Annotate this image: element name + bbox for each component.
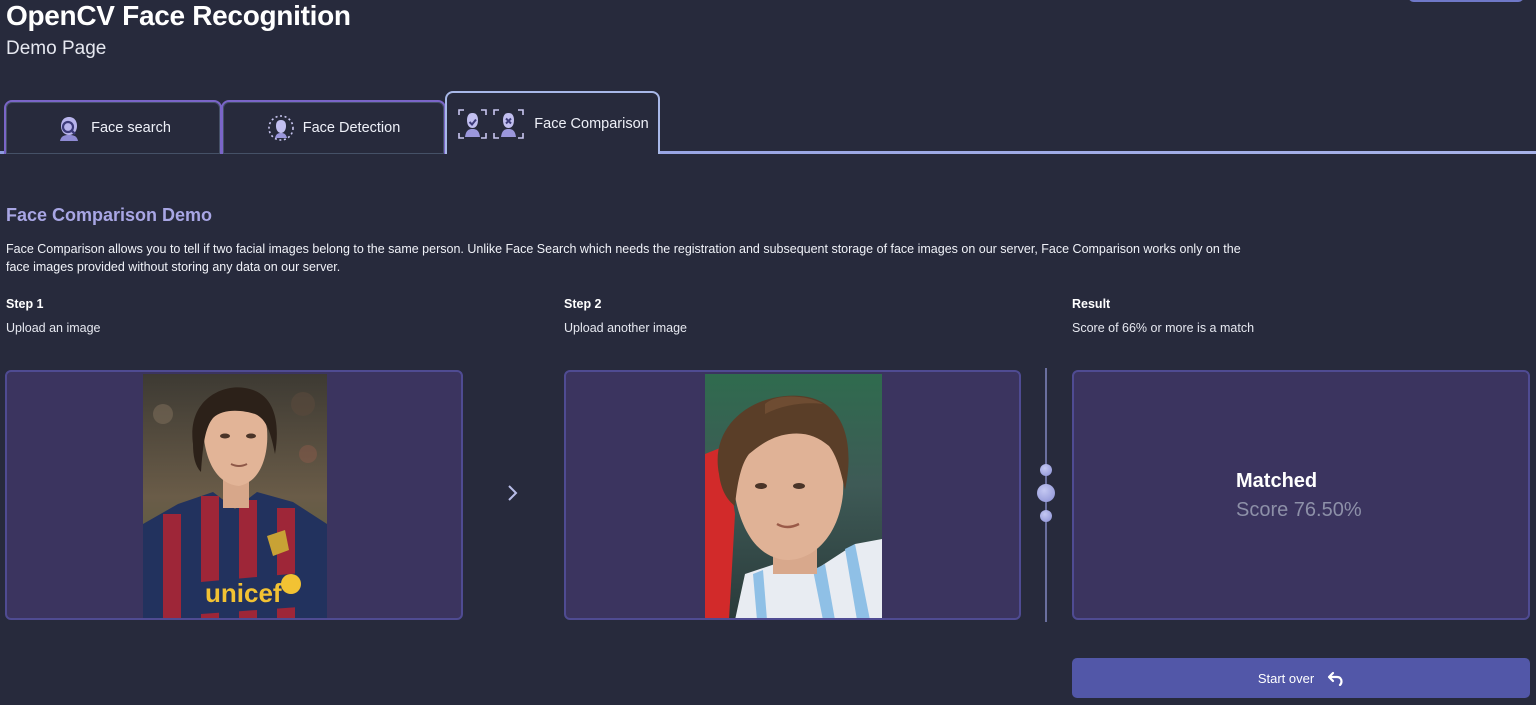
slider-dot	[1040, 510, 1052, 522]
result-subtitle: Score of 66% or more is a match	[1072, 321, 1255, 335]
tab-face-detection[interactable]: Face Detection	[221, 100, 446, 154]
tab-label: Face search	[91, 120, 171, 136]
tab-bar: Face search Face Detection Face Comparis…	[0, 90, 1536, 156]
chevron-right-icon	[508, 485, 518, 501]
face-comparison-icon	[458, 108, 525, 139]
image-upload-2[interactable]	[564, 370, 1021, 620]
svg-text:unicef: unicef	[205, 578, 282, 608]
slider-dot	[1040, 464, 1052, 476]
section-title: Face Comparison Demo	[6, 205, 213, 225]
start-over-button[interactable]: Start over	[1072, 658, 1530, 698]
undo-icon	[1328, 671, 1343, 686]
image-upload-1[interactable]: unicef	[5, 370, 463, 620]
face-search-icon	[60, 117, 79, 141]
uploaded-photo-2	[705, 374, 882, 618]
step1-subtitle: Upload an image	[6, 321, 101, 335]
page-title: OpenCV Face Recognition	[6, 0, 351, 31]
page: OpenCV Face Recognition Demo Page Face s…	[0, 0, 1536, 705]
uploaded-photo-1: unicef	[143, 374, 327, 618]
step1-label: Step 1	[6, 297, 44, 311]
step2-label: Step 2	[564, 297, 602, 311]
result-status: Matched	[1236, 470, 1318, 492]
result-label: Result	[1072, 297, 1111, 311]
step2-header: Step 2 Upload another image	[564, 297, 687, 335]
description: Face Comparison allows you to tell if tw…	[6, 242, 1241, 274]
step2-subtitle: Upload another image	[564, 321, 687, 335]
face-detection-icon	[267, 115, 294, 141]
slider-handle[interactable]	[1037, 484, 1055, 502]
tab-face-comparison[interactable]: Face Comparison	[445, 91, 660, 154]
tab-label: Face Comparison	[534, 115, 649, 132]
step1-header: Step 1 Upload an image	[6, 297, 101, 335]
top-right-button[interactable]	[1408, 0, 1524, 2]
result-header: Result Score of 66% or more is a match	[1072, 297, 1254, 335]
page-subtitle: Demo Page	[6, 38, 107, 59]
result-score: Score 76.50%	[1236, 499, 1362, 521]
tab-face-search[interactable]: Face search	[4, 100, 222, 154]
start-over-label: Start over	[1257, 670, 1315, 686]
tab-label: Face Detection	[302, 120, 401, 136]
result-text: Matched Score 76.50%	[1236, 470, 1362, 522]
